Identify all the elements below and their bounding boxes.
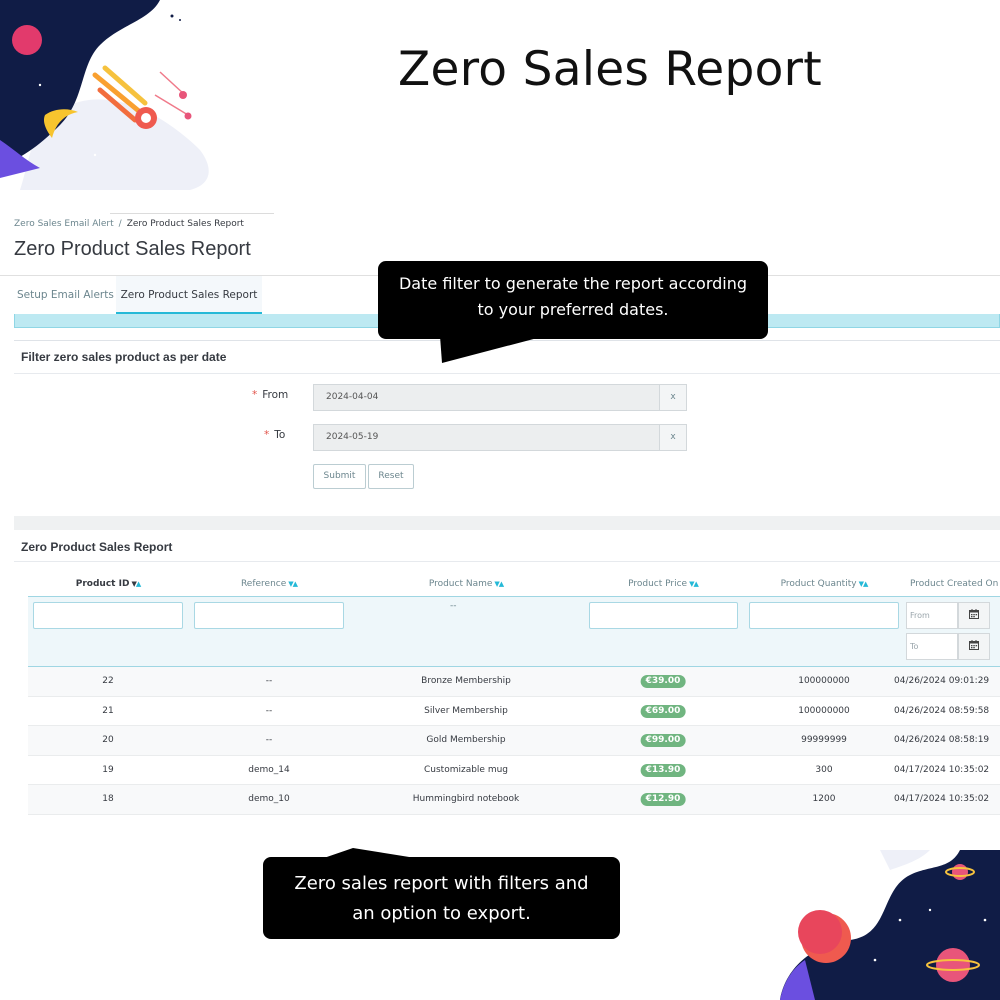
sort-arrows-icon[interactable]: ▼▲ — [859, 580, 869, 588]
cell-reference: -- — [265, 676, 273, 686]
breadcrumb-divider — [110, 213, 274, 214]
filter-panel-heading: Filter zero sales product as per date — [21, 350, 227, 364]
cell-product-quantity: 100000000 — [798, 705, 850, 716]
breadcrumb-current: Zero Product Sales Report — [126, 219, 244, 229]
column-header-product-created-on[interactable]: Product Created On▼▲ — [910, 579, 1000, 589]
filter-product-price-input[interactable] — [589, 602, 738, 629]
column-header-reference[interactable]: Reference ▼▲ — [241, 579, 298, 589]
panel-divider — [14, 373, 1000, 374]
cell-product-name: Silver Membership — [424, 705, 508, 716]
panel-separator — [14, 516, 1000, 530]
cell-created-on: 04/26/2024 08:59:58 — [894, 705, 990, 716]
sort-arrows-icon[interactable]: ▼▲ — [288, 580, 298, 588]
callout-text-line: Date filter to generate the report accor… — [398, 274, 748, 293]
cell-product-name: Bronze Membership — [421, 676, 511, 686]
column-header-product-quantity[interactable]: Product Quantity ▼▲ — [781, 579, 869, 589]
space-illustration-bottom-right — [780, 850, 1000, 1000]
cell-product-id: 18 — [102, 794, 114, 805]
panel-divider — [14, 561, 1000, 562]
callout-pointer — [440, 336, 545, 363]
sort-arrows-icon[interactable]: ▼▲ — [494, 580, 504, 588]
report-panel-heading: Zero Product Sales Report — [21, 540, 173, 554]
tab-setup-email-alerts[interactable]: Setup Email Alerts — [17, 276, 114, 314]
table-row[interactable]: 20 -- Gold Membership €99.00 99999999 04… — [28, 726, 1000, 756]
cell-product-name: Hummingbird notebook — [412, 794, 520, 805]
reset-button[interactable]: Reset — [368, 464, 414, 489]
filter-product-quantity-input[interactable] — [749, 602, 899, 629]
calendar-icon — [969, 640, 979, 650]
required-mark: * — [252, 389, 258, 401]
filter-product-name-placeholder: -- — [450, 601, 457, 611]
filter-created-to-input[interactable]: To — [906, 633, 958, 660]
price-badge: €13.90 — [640, 763, 686, 777]
filter-created-from-input[interactable]: From — [906, 602, 958, 629]
hero-title: Zero Sales Report — [398, 42, 823, 97]
column-header-product-name[interactable]: Product Name ▼▲ — [429, 579, 504, 589]
cell-reference: demo_10 — [248, 794, 290, 805]
cell-created-on: 04/26/2024 08:58:19 — [894, 735, 990, 746]
callout-report: Zero sales report with filters and an op… — [263, 857, 620, 939]
cell-product-id: 21 — [102, 705, 114, 716]
cell-product-price: €69.00 — [640, 697, 686, 726]
table-row[interactable]: 19 demo_14 Customizable mug €13.90 300 0… — [28, 756, 1000, 786]
callout-date-filter: Date filter to generate the report accor… — [378, 261, 768, 339]
cell-product-price: €39.00 — [640, 667, 686, 696]
tab-zero-product-sales-report[interactable]: Zero Product Sales Report — [116, 276, 262, 314]
callout-text-line: Zero sales report with filters and — [294, 873, 589, 894]
price-badge: €39.00 — [640, 675, 686, 688]
required-mark: * — [264, 429, 270, 441]
cell-product-quantity: 1200 — [812, 794, 836, 805]
price-badge: €69.00 — [640, 704, 686, 718]
table-row[interactable]: 21 -- Silver Membership €69.00 100000000… — [28, 697, 1000, 727]
cell-product-quantity: 300 — [815, 764, 833, 775]
column-header-product-price[interactable]: Product Price ▼▲ — [628, 579, 699, 589]
table-row[interactable]: 18 demo_10 Hummingbird notebook €12.90 1… — [28, 785, 1000, 815]
cell-reference: demo_14 — [248, 764, 290, 775]
price-badge: €99.00 — [640, 734, 686, 748]
cell-product-price: €99.00 — [640, 726, 686, 755]
report-panel: Zero Product Sales Report Product ID ▼▲ R… — [14, 530, 1000, 830]
cell-created-on: 04/17/2024 10:35:02 — [894, 794, 990, 805]
table-filter-row: -- From To — [28, 596, 1000, 667]
calendar-icon — [969, 609, 979, 619]
column-header-product-id[interactable]: Product ID ▼▲ — [76, 579, 142, 589]
cell-product-id: 19 — [102, 764, 114, 775]
sort-arrows-icon[interactable]: ▼▲ — [689, 580, 699, 588]
to-clear-button[interactable]: x — [659, 424, 687, 451]
from-date-input[interactable]: 2024-04-04 — [313, 384, 659, 411]
filter-reference-input[interactable] — [194, 602, 344, 629]
table-body: 22 -- Bronze Membership €39.00 100000000… — [28, 667, 1000, 815]
cell-product-name: Customizable mug — [423, 764, 509, 775]
cell-created-on: 04/26/2024 09:01:29 — [894, 676, 990, 686]
page-title: Zero Product Sales Report — [14, 238, 251, 260]
from-label: * From — [252, 389, 289, 401]
cell-product-quantity: 99999999 — [801, 735, 847, 746]
filter-product-id-input[interactable] — [33, 602, 183, 629]
cell-reference: -- — [265, 705, 273, 716]
cell-product-price: €13.90 — [640, 756, 686, 785]
sort-arrows-icon[interactable]: ▼▲ — [131, 580, 141, 588]
cell-product-name: Gold Membership — [426, 735, 506, 746]
cell-reference: -- — [265, 735, 273, 746]
calendar-icon[interactable] — [958, 602, 990, 629]
callout-text-line: to your preferred dates. — [477, 300, 669, 319]
cell-created-on: 04/17/2024 10:35:02 — [894, 764, 990, 775]
space-illustration-top-left — [0, 0, 230, 190]
cell-product-id: 22 — [102, 676, 114, 686]
cell-product-id: 20 — [102, 735, 114, 746]
breadcrumb: Zero Sales Email Alert / Zero Product Sale… — [14, 219, 244, 229]
breadcrumb-parent-link[interactable]: Zero Sales Email Alert — [14, 219, 114, 229]
from-clear-button[interactable]: x — [659, 384, 687, 411]
callout-text-line: an option to export. — [352, 903, 531, 924]
cell-product-price: €12.90 — [640, 785, 686, 814]
table-row[interactable]: 22 -- Bronze Membership €39.00 100000000… — [28, 667, 1000, 697]
to-date-input[interactable]: 2024-05-19 — [313, 424, 659, 451]
cell-product-quantity: 100000000 — [798, 676, 850, 686]
price-badge: €12.90 — [640, 793, 686, 807]
date-filter-panel: Filter zero sales product as per date * F… — [14, 340, 1000, 516]
calendar-icon[interactable] — [958, 633, 990, 660]
breadcrumb-separator: / — [118, 219, 122, 229]
to-label: * To — [264, 429, 286, 441]
submit-button[interactable]: Submit — [313, 464, 366, 489]
